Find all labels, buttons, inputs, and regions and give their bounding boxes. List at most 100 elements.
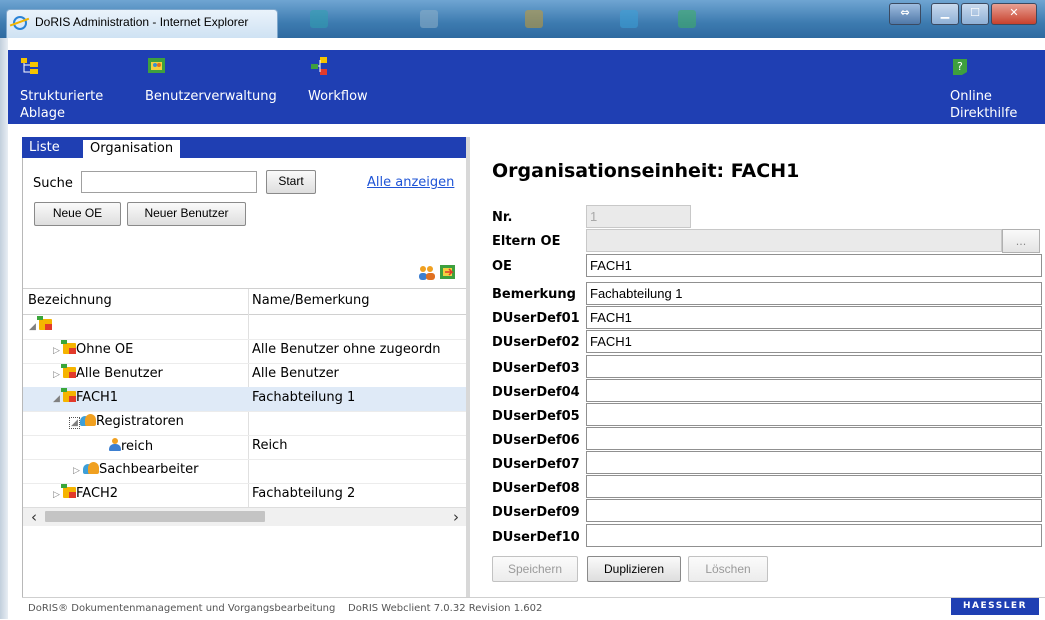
duserdef04-field[interactable] xyxy=(586,379,1042,402)
collapse-icon[interactable]: ◢ xyxy=(69,417,80,429)
tree-label: Alle Benutzer xyxy=(76,366,163,381)
field-label: DUserDef07 xyxy=(492,457,580,472)
expand-icon[interactable]: ▷ xyxy=(73,466,83,476)
organisation-tree-grid: Bezeichnung Name/Bemerkung ◢ ▷ Ohne OE Al… xyxy=(23,288,469,533)
scroll-left-icon[interactable]: ‹ xyxy=(25,508,43,526)
org-unit-icon xyxy=(61,484,76,498)
tree-row[interactable]: reich Reich xyxy=(23,435,469,460)
nav-strukturierte-ablage[interactable]: Strukturierte Ablage xyxy=(20,50,120,124)
nav-online-direkthilfe[interactable]: ? Online Direkthilfe xyxy=(950,50,1035,124)
user-group-icon xyxy=(80,414,96,426)
tree-row[interactable]: ▷ Sachbearbeiter xyxy=(23,459,469,484)
parent-oe-field xyxy=(586,229,1002,252)
taskbar-deco-icon xyxy=(310,10,328,28)
duserdef02-field[interactable]: FACH1 xyxy=(586,330,1042,353)
tree-row[interactable]: ◢ Registratoren xyxy=(23,411,469,436)
show-all-link[interactable]: Alle anzeigen xyxy=(367,175,454,190)
maximize-icon[interactable]: ☐ xyxy=(961,3,989,25)
oe-field[interactable]: FACH1 xyxy=(586,254,1042,277)
duplicate-button[interactable]: Duplizieren xyxy=(587,556,681,582)
scroll-right-icon[interactable]: › xyxy=(447,508,465,526)
nav-label: Strukturierte Ablage xyxy=(20,89,104,121)
browser-tab[interactable]: DoRIS Administration - Internet Explorer xyxy=(6,9,278,38)
taskbar-deco-icon xyxy=(678,10,696,28)
svg-text:?: ? xyxy=(957,60,963,73)
tree-row-selected[interactable]: ◢ FACH1 Fachabteilung 1 xyxy=(23,387,469,412)
resize-icon[interactable]: ⇔ xyxy=(889,3,921,25)
expand-icon[interactable]: ▷ xyxy=(53,490,63,500)
tree-row-root[interactable]: ◢ xyxy=(23,315,469,340)
duserdef10-field[interactable] xyxy=(586,524,1042,547)
delete-button[interactable]: Löschen xyxy=(688,556,768,582)
field-label: Bemerkung xyxy=(492,287,576,302)
user-group-icon xyxy=(83,462,99,474)
duserdef08-field[interactable] xyxy=(586,475,1042,498)
export-icon[interactable] xyxy=(439,263,457,281)
tab-organisation[interactable]: Organisation xyxy=(83,140,181,158)
search-input[interactable] xyxy=(81,171,257,193)
field-label: Eltern OE xyxy=(492,234,561,249)
org-unit-icon xyxy=(61,340,76,354)
nav-label: Workflow xyxy=(308,89,368,104)
window-title: DoRIS Administration - Internet Explorer xyxy=(35,15,249,29)
tree-label: Registratoren xyxy=(96,414,184,429)
start-button[interactable]: Start xyxy=(266,170,316,194)
bemerkung-field[interactable]: Fachabteilung 1 xyxy=(586,282,1042,305)
tree-row[interactable]: ▷ FACH2 Fachabteilung 2 xyxy=(23,483,469,508)
minimize-icon[interactable]: ▁ xyxy=(931,3,959,25)
expand-icon[interactable]: ▷ xyxy=(53,346,63,356)
workflow-icon xyxy=(311,57,327,75)
window-frame xyxy=(0,38,8,619)
expand-icon[interactable]: ▷ xyxy=(53,370,63,380)
collapse-icon[interactable]: ◢ xyxy=(53,394,63,404)
tree-row[interactable]: ▷ Ohne OE Alle Benutzer ohne zugeordn xyxy=(23,339,469,364)
duserdef06-field[interactable] xyxy=(586,427,1042,450)
save-button[interactable]: Speichern xyxy=(492,556,578,582)
browse-parent-button[interactable]: ... xyxy=(1002,229,1040,253)
users-icon xyxy=(148,58,165,73)
tree-label: FACH1 xyxy=(76,390,119,405)
scrollbar-thumb[interactable] xyxy=(45,511,265,522)
duserdef05-field[interactable] xyxy=(586,403,1042,426)
tree-label: Ohne OE xyxy=(76,342,134,357)
close-icon[interactable]: ✕ xyxy=(991,3,1037,25)
field-label: DUserDef03 xyxy=(492,361,580,376)
tree-note: Reich xyxy=(252,438,288,453)
new-oe-button[interactable]: Neue OE xyxy=(34,202,121,226)
tree-row[interactable]: ▷ Alle Benutzer Alle Benutzer xyxy=(23,363,469,388)
nav-benutzerverwaltung[interactable]: Benutzerverwaltung xyxy=(145,50,295,124)
column-header-bezeichnung[interactable]: Bezeichnung xyxy=(28,293,112,308)
brand-logo: HAESSLER xyxy=(951,598,1039,615)
grid-header: Bezeichnung Name/Bemerkung xyxy=(23,289,469,315)
help-icon: ? xyxy=(953,59,967,75)
tree-note: Alle Benutzer ohne zugeordn xyxy=(252,342,441,357)
duserdef07-field[interactable] xyxy=(586,451,1042,474)
tree-note: Alle Benutzer xyxy=(252,366,339,381)
tab-bar: Liste Organisation xyxy=(22,137,470,158)
taskbar-deco-icon xyxy=(525,10,543,28)
nav-workflow[interactable]: Workflow xyxy=(308,50,388,124)
nav-label: Online Direkthilfe xyxy=(950,89,1018,121)
new-user-button[interactable]: Neuer Benutzer xyxy=(127,202,246,226)
left-panel: Liste Organisation Suche Start Alle anze… xyxy=(22,137,470,599)
duserdef03-field[interactable] xyxy=(586,355,1042,378)
field-label: DUserDef09 xyxy=(492,505,580,520)
window-titlebar: DoRIS Administration - Internet Explorer… xyxy=(0,0,1045,38)
users-group-icon[interactable] xyxy=(418,265,436,281)
field-label: Nr. xyxy=(492,210,513,225)
duserdef01-field[interactable]: FACH1 xyxy=(586,306,1042,329)
collapse-icon[interactable]: ◢ xyxy=(29,322,39,332)
search-label: Suche xyxy=(33,176,73,191)
page-title: Organisationseinheit: FACH1 xyxy=(492,160,800,182)
field-label: DUserDef08 xyxy=(492,481,580,496)
horizontal-scrollbar[interactable]: ‹ › xyxy=(23,507,469,526)
user-icon xyxy=(109,438,121,451)
panel-splitter[interactable] xyxy=(466,137,470,607)
tree-note: Fachabteilung 1 xyxy=(252,390,356,405)
nr-field: 1 xyxy=(586,205,691,228)
organisation-panel: Suche Start Alle anzeigen Neue OE Neuer … xyxy=(22,158,470,599)
column-header-name[interactable]: Name/Bemerkung xyxy=(252,293,370,308)
duserdef09-field[interactable] xyxy=(586,499,1042,522)
tab-liste[interactable]: Liste xyxy=(22,139,67,158)
field-label: DUserDef01 xyxy=(492,311,580,326)
